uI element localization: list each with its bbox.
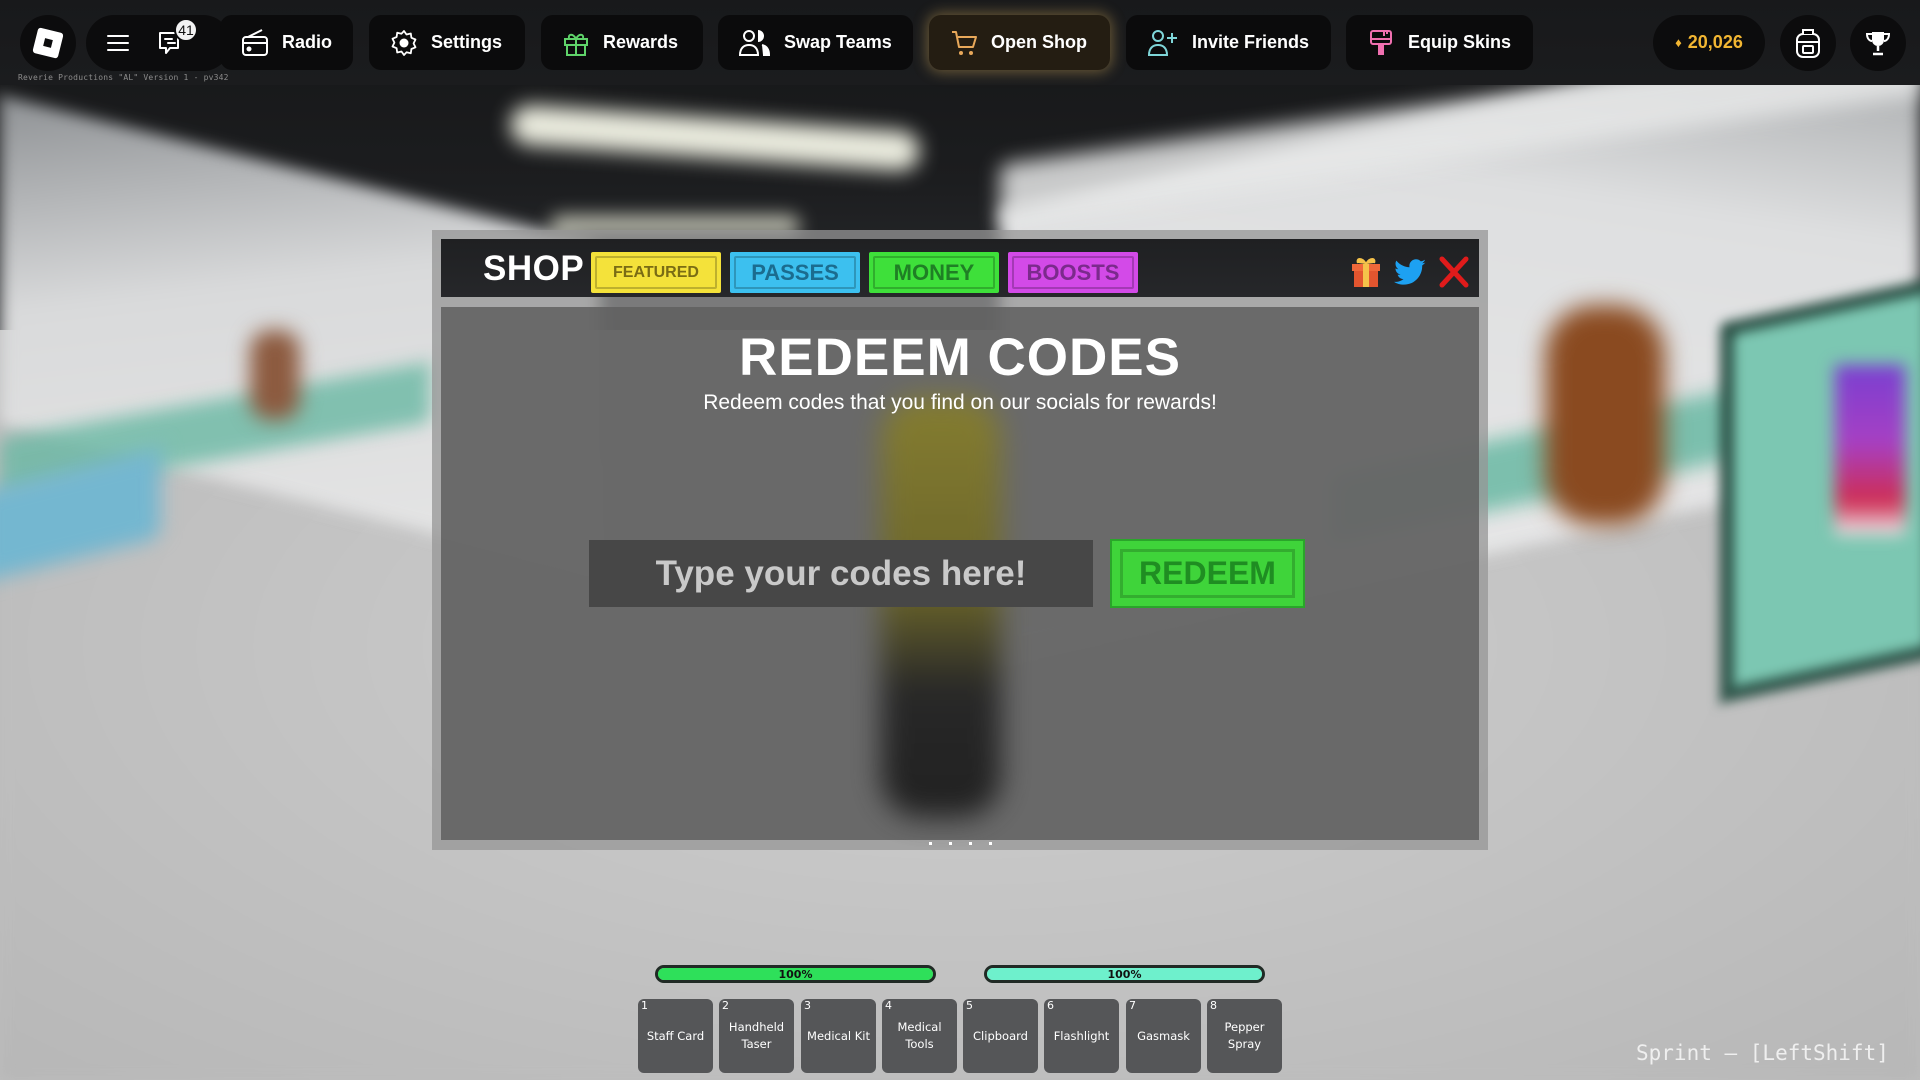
slot-label: Pepper Spray: [1224, 1020, 1265, 1051]
tab-featured[interactable]: FEATURED: [591, 252, 721, 293]
hamburger-icon: [107, 35, 129, 51]
roblox-logo-icon: [32, 27, 64, 59]
radio-icon: [242, 28, 268, 56]
invite-friends-button[interactable]: Invite Friends: [1126, 15, 1331, 70]
close-button[interactable]: [1435, 253, 1473, 291]
notification-badge: 41: [174, 18, 198, 42]
hotbar-slot-4[interactable]: 4 Medical Tools: [882, 999, 957, 1073]
slot-key: 4: [885, 999, 892, 1012]
swap-teams-label: Swap Teams: [784, 32, 892, 52]
redeem-subheading: Redeem codes that you find on our social…: [703, 391, 1217, 414]
slot-key: 5: [966, 999, 973, 1012]
hotbar-slot-6[interactable]: 6 Flashlight: [1044, 999, 1119, 1073]
tab-passes-label: PASSES: [751, 259, 839, 285]
cart-icon: [952, 30, 977, 55]
settings-button[interactable]: Settings: [369, 15, 525, 70]
rewards-label: Rewards: [603, 32, 679, 52]
gift-icon: [564, 33, 588, 56]
tab-boosts[interactable]: BOOSTS: [1008, 252, 1138, 293]
backpack-icon: [1796, 29, 1820, 58]
hotbar-slot-5[interactable]: 5 Clipboard: [963, 999, 1038, 1073]
slot-key: 6: [1047, 999, 1054, 1012]
slot-key: 7: [1129, 999, 1136, 1012]
redeem-codes-button[interactable]: [1347, 253, 1385, 291]
currency-amount: 20,026: [1687, 32, 1743, 52]
slot-label: Gasmask: [1137, 1028, 1190, 1043]
menu-chat-group: [86, 15, 231, 71]
open-shop-label: Open Shop: [991, 32, 1087, 52]
health-bar-label: 100%: [778, 967, 813, 981]
equip-skins-label: Equip Skins: [1408, 32, 1512, 52]
slot-key: 1: [641, 999, 648, 1012]
slot-key: 2: [722, 999, 729, 1012]
paintbrush-icon: [1370, 29, 1392, 55]
tab-passes[interactable]: PASSES: [730, 252, 860, 293]
leaderboard-button[interactable]: [1850, 15, 1906, 71]
drag-handle[interactable]: [432, 842, 1488, 845]
slot-label: Medical Tools: [897, 1020, 942, 1051]
slot-label: Flashlight: [1053, 1028, 1110, 1043]
redeem-codes-panel: REDEEM CODES Redeem codes that you find …: [441, 307, 1479, 840]
redeem-button[interactable]: REDEEM: [1110, 539, 1305, 608]
tab-boosts-label: BOOSTS: [1026, 259, 1120, 285]
swap-teams-button[interactable]: Swap Teams: [718, 15, 913, 70]
stamina-bar: 100%: [984, 965, 1265, 983]
trophy-icon: [1865, 32, 1891, 56]
radio-label: Radio: [282, 32, 333, 52]
user-plus-icon: [1147, 29, 1177, 56]
close-icon: [1439, 256, 1469, 288]
hotbar-slot-2[interactable]: 2 Handheld Taser: [719, 999, 794, 1073]
rewards-button[interactable]: Rewards: [541, 15, 703, 70]
gift-icon: [1352, 258, 1380, 287]
hotbar-slot-1[interactable]: 1 Staff Card: [638, 999, 713, 1073]
hotbar-slot-7[interactable]: 7 Gasmask: [1126, 999, 1201, 1073]
tab-featured-label: FEATURED: [613, 263, 699, 281]
stamina-bar-label: 100%: [1107, 967, 1142, 981]
poster: [1835, 365, 1905, 535]
hamburger-menu-button[interactable]: [104, 29, 132, 57]
health-bar: 100%: [655, 965, 936, 983]
sprint-hint: Sprint — [LeftShift]: [1636, 1041, 1889, 1065]
backpack-button[interactable]: [1780, 15, 1836, 71]
shop-panel: SHOP FEATURED PASSES MONEY BOOSTS REDEEM…: [432, 230, 1488, 850]
diamond-icon: ♦: [1675, 35, 1682, 50]
twitter-button[interactable]: [1391, 253, 1429, 291]
version-label: Reverie Productions "AL" Version 1 - pv3…: [18, 73, 229, 82]
slot-label: Handheld Taser: [728, 1020, 785, 1051]
settings-label: Settings: [431, 32, 503, 52]
equip-skins-button[interactable]: Equip Skins: [1346, 15, 1533, 70]
slot-label: Clipboard: [973, 1028, 1028, 1043]
users-icon: [738, 29, 771, 56]
gear-icon: [391, 29, 417, 56]
twitter-icon: [1394, 259, 1426, 285]
open-shop-button[interactable]: Open Shop: [929, 15, 1110, 70]
currency-display: ♦ 20,026: [1653, 15, 1765, 70]
hotbar-slot-3[interactable]: 3 Medical Kit: [801, 999, 876, 1073]
radio-button[interactable]: Radio: [220, 15, 353, 70]
code-input[interactable]: [589, 540, 1093, 607]
slot-key: 8: [1210, 999, 1217, 1012]
top-bar: 41 Reverie Productions "AL" Version 1 - …: [0, 0, 1920, 85]
hotbar-slot-8[interactable]: 8 Pepper Spray: [1207, 999, 1282, 1073]
slot-label: Medical Kit: [807, 1028, 870, 1043]
tab-money[interactable]: MONEY: [869, 252, 999, 293]
shop-header: SHOP FEATURED PASSES MONEY BOOSTS: [441, 239, 1479, 297]
shop-title: SHOP: [483, 249, 585, 288]
invite-friends-label: Invite Friends: [1192, 32, 1310, 52]
npc: [250, 330, 300, 420]
slot-label: Staff Card: [646, 1028, 705, 1043]
player-character: [881, 397, 1001, 817]
redeem-button-label: REDEEM: [1139, 555, 1276, 591]
tab-money-label: MONEY: [893, 259, 975, 285]
npc: [1545, 305, 1665, 525]
roblox-menu-button[interactable]: [20, 15, 76, 71]
slot-key: 3: [804, 999, 811, 1012]
redeem-heading: REDEEM CODES: [739, 328, 1181, 387]
